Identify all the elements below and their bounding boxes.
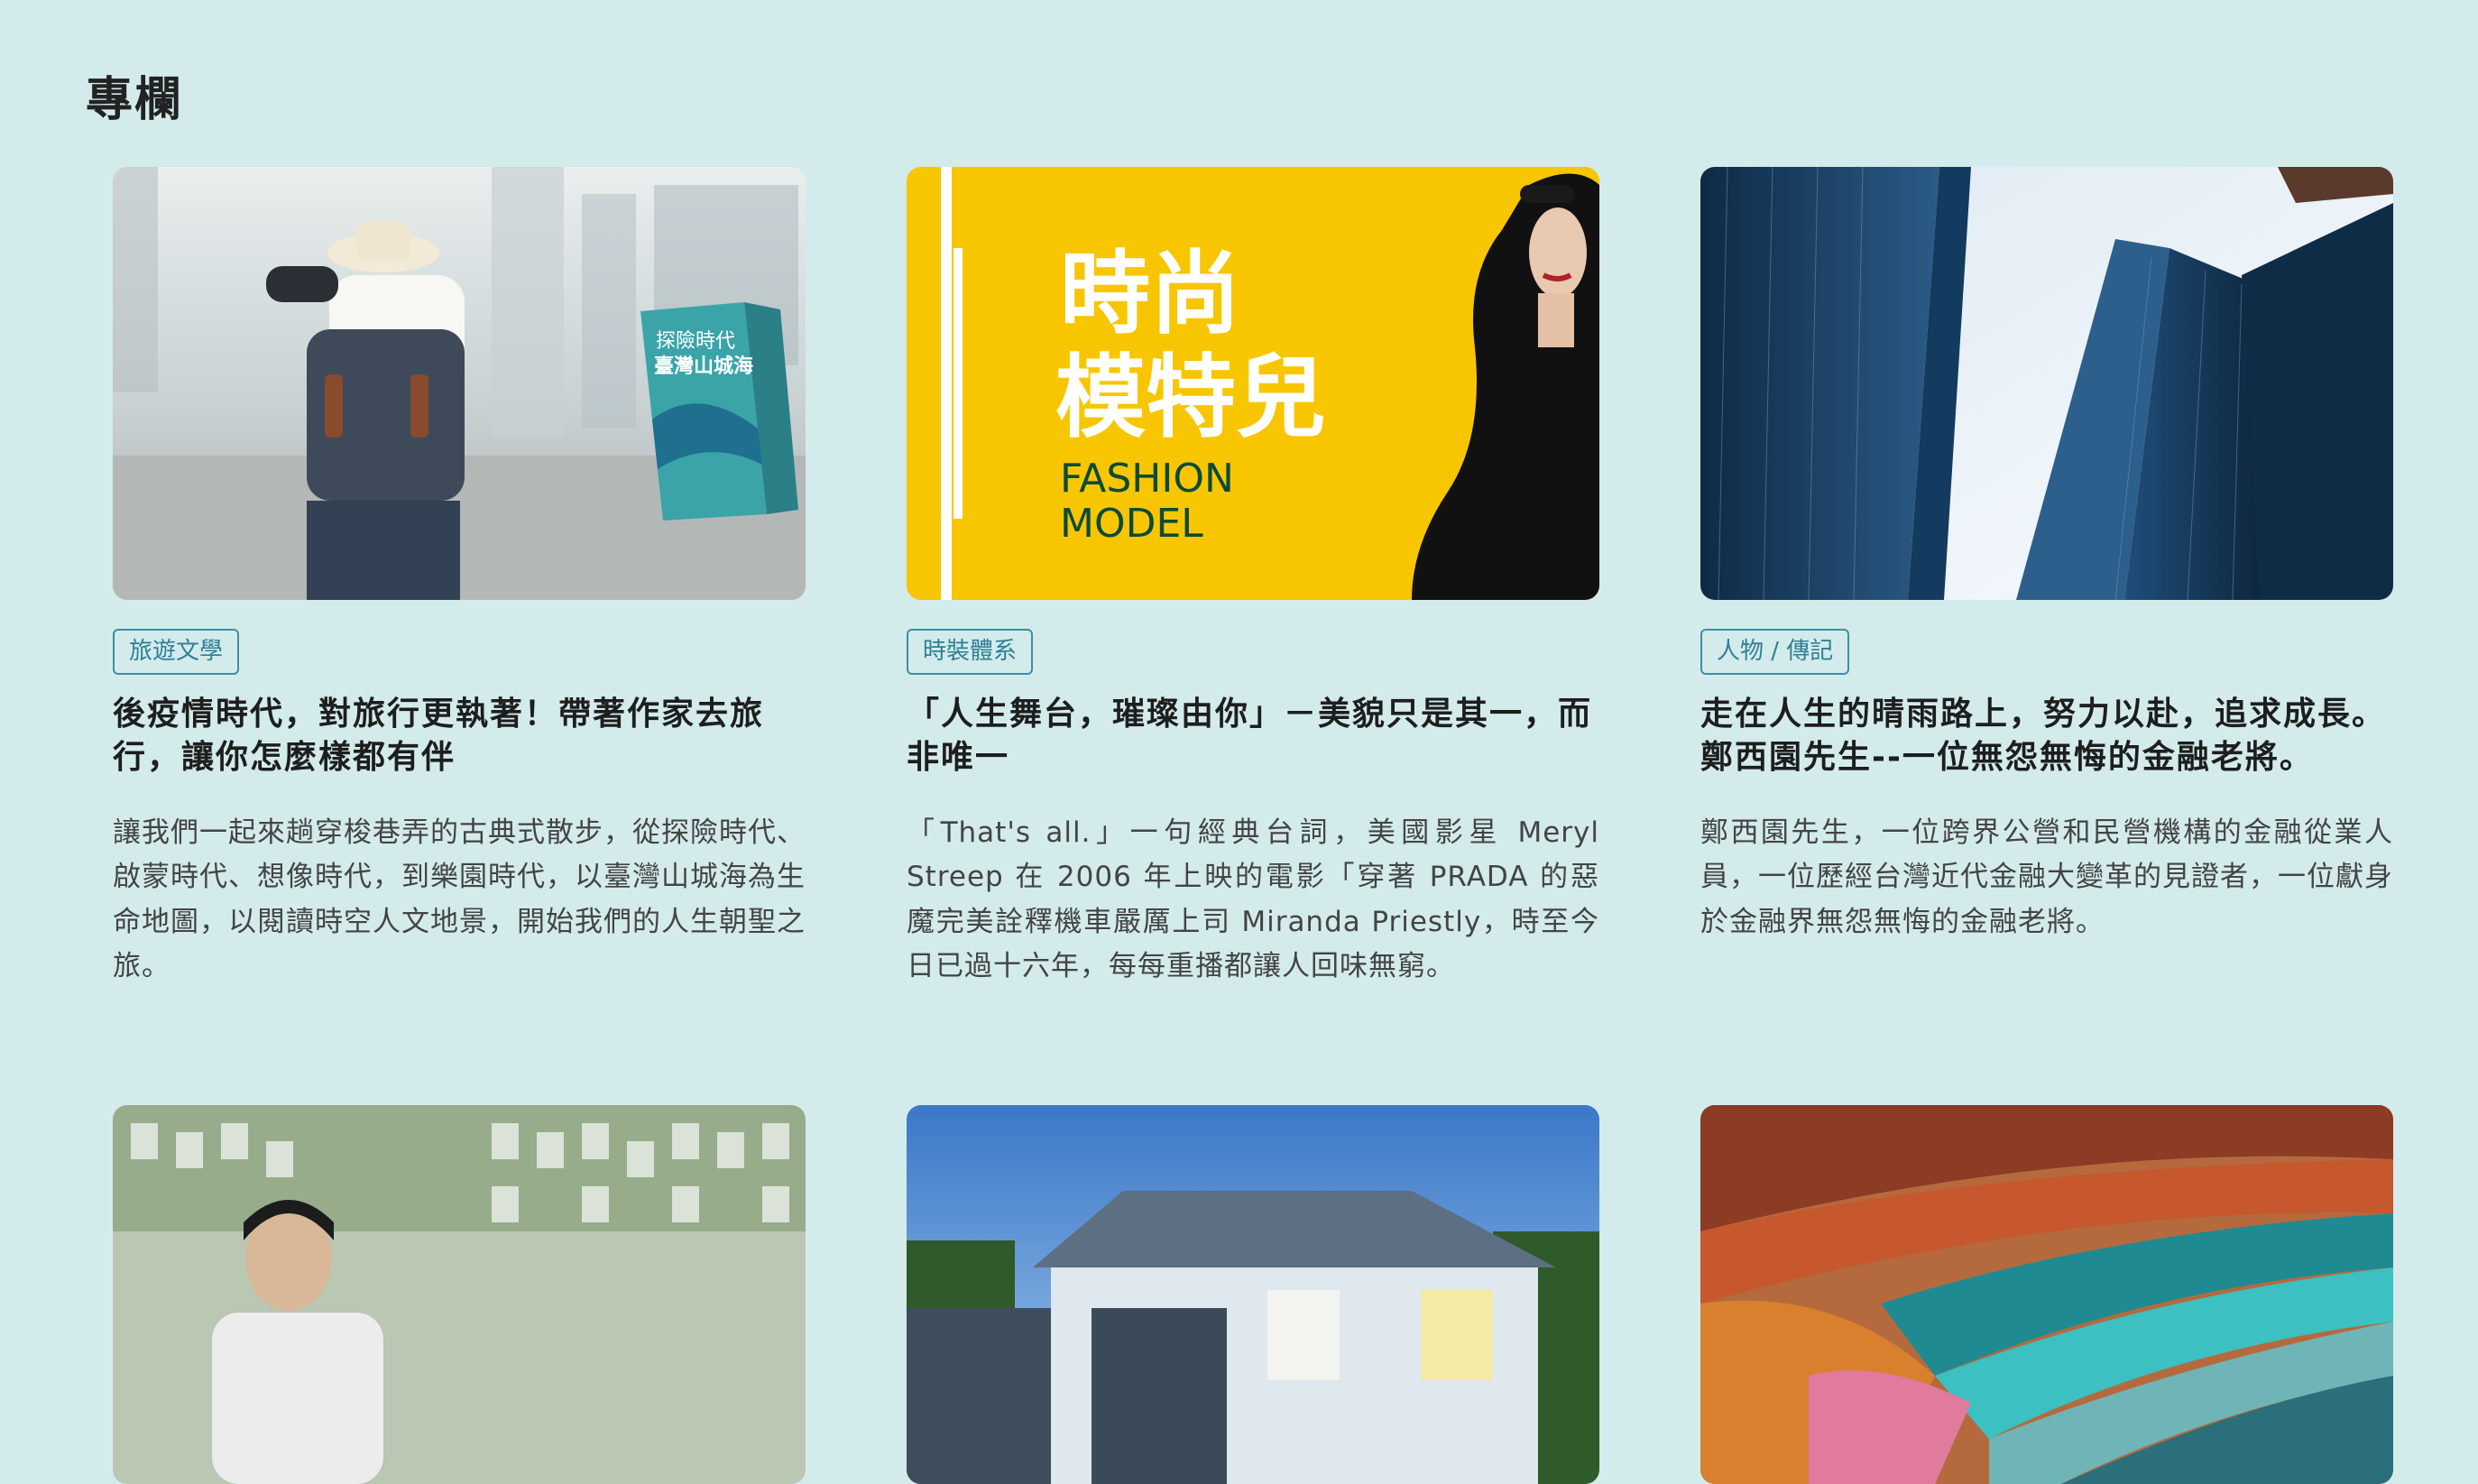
article-tag[interactable]: 人物 / 傳記 — [1700, 629, 1850, 676]
article-card: 時尚 模特兒 FASHION MODEL 時裝體系 「人生舞台，璀璨由你」－美貌… — [907, 167, 1599, 990]
article-title[interactable]: 「人生舞台，璀璨由你」－美貌只是其一，而非唯一 — [907, 693, 1599, 779]
article-thumbnail-finance[interactable] — [1700, 167, 2393, 600]
article-description: 讓我們一起來趟穿梭巷弄的古典式散步，從探險時代、啟蒙時代、想像時代，到樂園時代，… — [113, 816, 806, 983]
banner-line2: 模特兒 — [1055, 345, 1326, 450]
banner-line4: MODEL — [1060, 501, 1203, 547]
article-card: 探險時代 臺灣山城海 旅遊文學 後疫情時代，對旅行更執著！帶著作家去旅行，讓你怎… — [113, 167, 806, 990]
article-description: 鄭西園先生，一位跨界公營和民營機構的金融從業人員，一位歷經台灣近代金融大變革的見… — [1700, 816, 2393, 938]
banner-line3: FASHION — [1060, 456, 1234, 502]
skyscraper-photo-image — [1700, 167, 2393, 600]
article-card — [113, 1105, 806, 1484]
fashion-banner-image: 時尚 模特兒 FASHION MODEL — [907, 167, 1599, 600]
house-photo-image — [907, 1105, 1599, 1484]
article-tag[interactable]: 旅遊文學 — [113, 629, 240, 676]
office-photo-image — [113, 1105, 806, 1484]
article-thumbnail-office[interactable] — [113, 1105, 806, 1484]
article-card — [1700, 1105, 2393, 1484]
textiles-photo-image — [1700, 1105, 2393, 1484]
article-thumbnail-fashion[interactable]: 時尚 模特兒 FASHION MODEL — [907, 167, 1599, 600]
banner-line1: 時尚 — [1060, 241, 1240, 346]
article-card: 人物 / 傳記 走在人生的晴雨路上，努力以赴，追求成長。鄭西園先生--一位無怨無… — [1700, 167, 2393, 945]
book-title-line1: 探險時代 — [656, 330, 735, 353]
article-thumbnail-travel[interactable]: 探險時代 臺灣山城海 — [113, 167, 806, 600]
article-card — [907, 1105, 1599, 1484]
article-thumbnail-textiles[interactable] — [1700, 1105, 2393, 1484]
article-title[interactable]: 走在人生的晴雨路上，努力以赴，追求成長。鄭西園先生--一位無怨無悔的金融老將。 — [1700, 693, 2393, 779]
article-description: 「That's all.」一句經典台詞，美國影星 Meryl Streep 在 … — [907, 816, 1599, 983]
section-title: 專欄 — [86, 73, 184, 127]
article-tag[interactable]: 時裝體系 — [907, 629, 1034, 676]
article-title[interactable]: 後疫情時代，對旅行更執著！帶著作家去旅行，讓你怎麼樣都有伴 — [113, 693, 806, 779]
book-title-line2: 臺灣山城海 — [654, 355, 753, 378]
page: 專欄 探險時代 臺灣山城海 旅遊文學 後疫情時代，對旅行更執著！帶著作家去旅行，… — [0, 0, 2478, 1484]
article-thumbnail-house[interactable] — [907, 1105, 1599, 1484]
travel-photo-image: 探險時代 臺灣山城海 — [113, 167, 806, 600]
